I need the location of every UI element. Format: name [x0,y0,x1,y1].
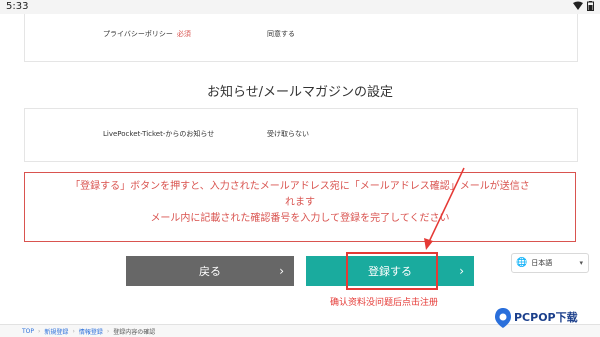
language-selected: 日本語 [531,259,553,267]
breadcrumb-separator: › [38,327,41,335]
pcpop-logo-icon [495,308,511,328]
back-button[interactable]: 戻る › [126,256,294,286]
watermark: PCPOP下载 [492,303,600,333]
breadcrumb-signup[interactable]: 新規登録 [44,327,68,336]
breadcrumb-separator: › [106,327,110,335]
back-button-label: 戻る [199,265,221,278]
breadcrumb-current: 登録内容の確認 [113,328,156,336]
breadcrumb-separator: › [72,327,75,335]
breadcrumb-info[interactable]: 情報登録 [79,327,103,336]
globe-icon: 🌐 [516,258,528,268]
chevron-right-icon: › [279,264,284,278]
chevron-right-icon: › [459,264,464,278]
register-highlight-box [346,252,438,290]
annotation-text: 确认资料没问题后点击注册 [330,298,439,308]
watermark-text: PCPOP下载 [514,311,578,324]
breadcrumb-top[interactable]: TOP [22,328,34,335]
language-selector[interactable]: 🌐 日本語 ▾ [511,253,589,273]
annotation-arrow [424,167,465,250]
chevron-down-icon: ▾ [579,259,583,267]
